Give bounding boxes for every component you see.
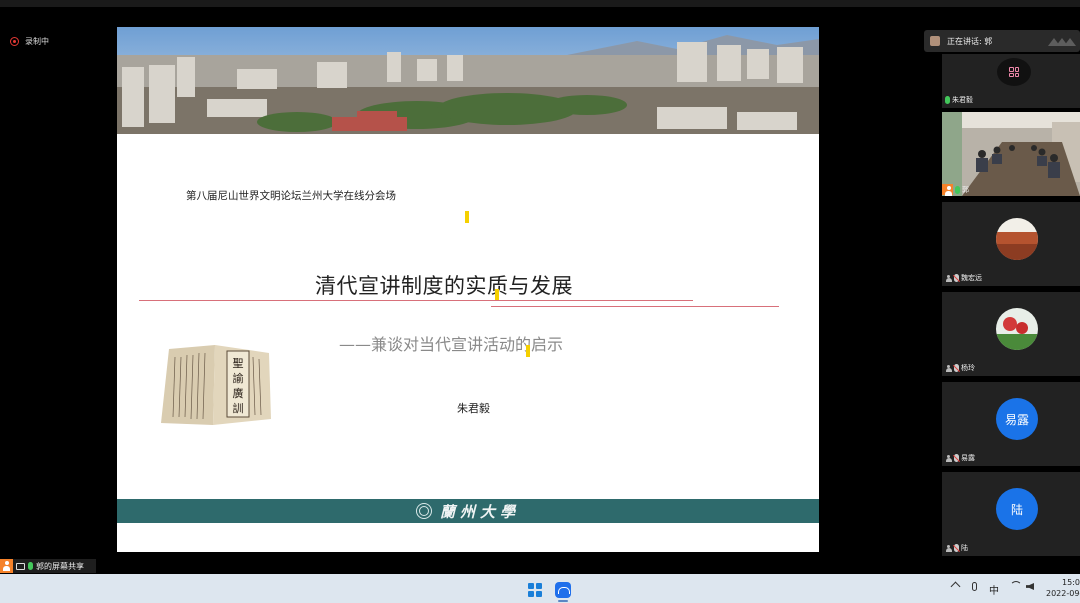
active-app-indicator bbox=[558, 600, 568, 602]
mic-off-icon bbox=[954, 274, 959, 282]
participant-initials-avatar: 陆 bbox=[996, 488, 1038, 530]
mic-off-icon bbox=[954, 454, 959, 462]
slide-footer-bar: 蘭州大學 bbox=[117, 499, 819, 523]
participant-name: 陆 bbox=[961, 544, 968, 552]
participant-name: 朱君毅 bbox=[952, 96, 973, 104]
participant-tile-2[interactable]: 郭 bbox=[942, 112, 1080, 196]
university-name: 蘭州大學 bbox=[439, 502, 520, 521]
clock-date: 2022-09-2 bbox=[1046, 589, 1080, 598]
participant-tile-1[interactable]: 朱君毅 bbox=[942, 54, 1080, 108]
record-icon bbox=[10, 36, 19, 46]
user-icon bbox=[945, 454, 952, 462]
participant-tile-3[interactable]: 魏宏远 bbox=[942, 202, 1080, 286]
participant-name: 杨玲 bbox=[961, 364, 975, 372]
app-logo-icon bbox=[1048, 38, 1076, 46]
apps-button[interactable] bbox=[997, 58, 1031, 86]
forum-line: 第八届尼山世界文明论坛兰州大学在线分会场 bbox=[186, 190, 396, 202]
mic-off-icon bbox=[954, 364, 959, 372]
show-hidden-icons-chevron-icon[interactable] bbox=[950, 581, 961, 592]
slide-title: 清代宣讲制度的实质与发展 bbox=[315, 274, 573, 298]
mic-on-icon bbox=[28, 562, 33, 570]
host-icon bbox=[0, 559, 13, 573]
recording-indicator[interactable]: 录制中 bbox=[10, 34, 49, 48]
window-titlebar bbox=[0, 0, 1080, 7]
campus-banner-image bbox=[117, 27, 819, 134]
participant-tile-4[interactable]: 杨玲 bbox=[942, 292, 1080, 376]
volume-icon[interactable] bbox=[1026, 583, 1034, 590]
input-method-indicator[interactable]: 中 bbox=[989, 582, 999, 597]
title-underline-2 bbox=[491, 306, 779, 307]
windows-taskbar: 中 15:0 2022-09-2 bbox=[0, 574, 1080, 603]
participant-photo-avatar bbox=[996, 308, 1038, 350]
participant-name: 郭 bbox=[962, 185, 969, 194]
svg-text:聖: 聖 bbox=[233, 357, 244, 370]
recording-label: 录制中 bbox=[25, 36, 49, 46]
share-label: 郭的屏幕共享 bbox=[36, 561, 84, 571]
speaker-avatar bbox=[930, 36, 940, 46]
speaking-label: 正在讲话: 郭 bbox=[947, 36, 993, 46]
participant-initials-avatar: 易露 bbox=[996, 398, 1038, 440]
meeting-window: 录制中 第八届尼山世界文明论坛兰州大学在线分会场 清代宣讲制度的实质与发展 ——… bbox=[0, 0, 1080, 603]
participant-name: 魏宏远 bbox=[961, 274, 982, 282]
participant-tile-5[interactable]: 易露 易露 bbox=[942, 382, 1080, 466]
participant-name: 易露 bbox=[961, 454, 975, 462]
city-skyline-image bbox=[117, 27, 819, 134]
system-clock[interactable]: 15:0 2022-09-2 bbox=[1046, 577, 1080, 599]
screen-share-bar[interactable]: 郭的屏幕共享 bbox=[0, 559, 96, 573]
svg-text:廣: 廣 bbox=[233, 386, 244, 400]
mic-off-icon bbox=[954, 544, 959, 552]
microphone-tray-icon[interactable] bbox=[972, 582, 977, 591]
slide-author: 朱君毅 bbox=[457, 402, 490, 415]
participant-photo-avatar bbox=[996, 218, 1038, 260]
meeting-app-taskbar-icon[interactable] bbox=[555, 582, 571, 598]
user-icon bbox=[945, 274, 952, 282]
svg-text:諭: 諭 bbox=[233, 371, 244, 385]
book-illustration: 聖 諭 廣 訓 bbox=[157, 339, 275, 429]
svg-text:訓: 訓 bbox=[233, 401, 244, 415]
participant-label: 魏宏远 bbox=[945, 273, 982, 283]
shared-slide: 第八届尼山世界文明论坛兰州大学在线分会场 清代宣讲制度的实质与发展 ——兼谈对当… bbox=[117, 27, 819, 552]
yellow-cursor-marker bbox=[526, 345, 530, 357]
clock-time: 15:0 bbox=[1062, 578, 1080, 587]
participant-label: 杨玲 bbox=[945, 363, 975, 373]
university-seal-icon bbox=[415, 503, 432, 519]
participant-label: 陆 bbox=[945, 543, 968, 553]
mic-on-icon bbox=[955, 185, 960, 194]
user-icon bbox=[945, 544, 952, 552]
ancient-book-image: 聖 諭 廣 訓 bbox=[157, 339, 275, 429]
yellow-cursor-marker bbox=[465, 211, 469, 223]
mic-on-icon bbox=[945, 96, 950, 104]
participant-label: 郭 bbox=[942, 184, 969, 196]
host-icon bbox=[942, 184, 953, 196]
windows-start-icon[interactable] bbox=[528, 583, 542, 597]
participant-tile-6[interactable]: 陆 陆 bbox=[942, 472, 1080, 556]
participant-label: 易露 bbox=[945, 453, 975, 463]
screen-share-icon bbox=[16, 562, 25, 570]
participant-label: 朱君毅 bbox=[945, 95, 973, 105]
title-underline bbox=[139, 300, 693, 301]
user-icon bbox=[945, 364, 952, 372]
apps-grid-icon bbox=[1009, 67, 1019, 77]
speaking-indicator: 正在讲话: 郭 bbox=[924, 30, 1080, 52]
wifi-icon[interactable] bbox=[1010, 581, 1022, 593]
